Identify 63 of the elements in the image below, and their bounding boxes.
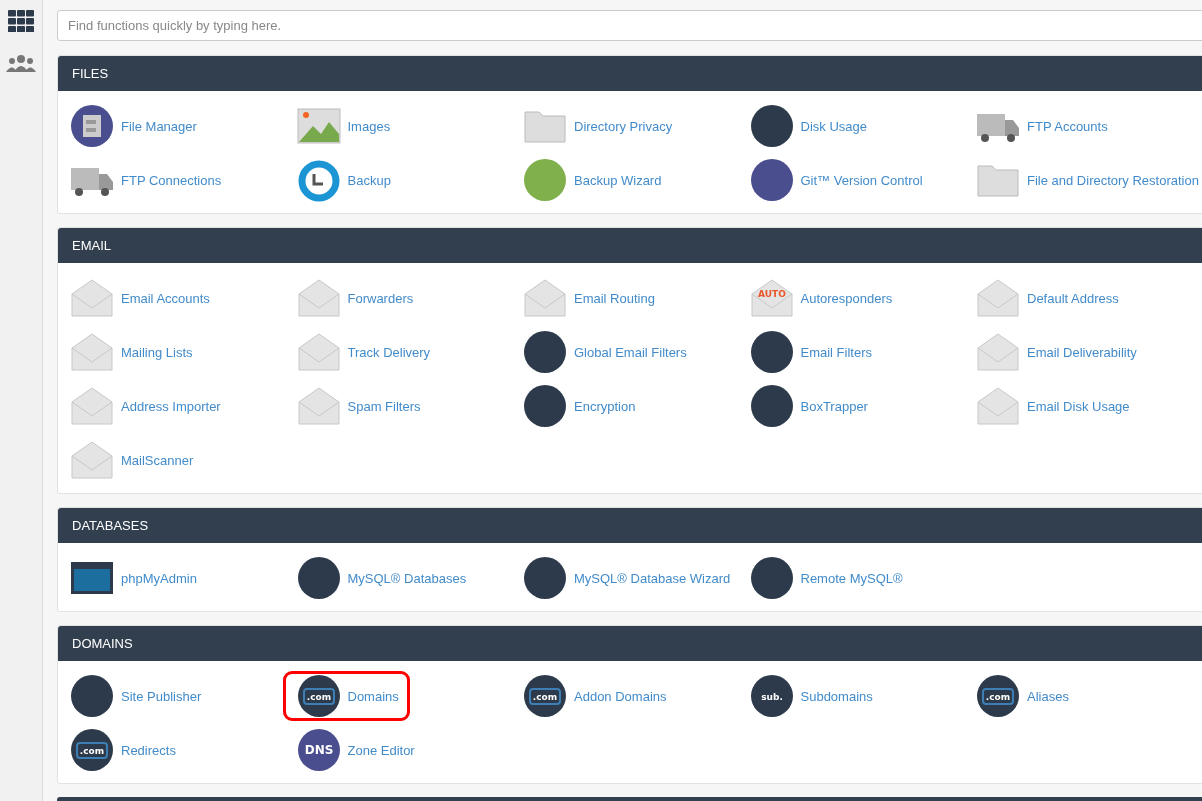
circle-icon: DNS — [296, 728, 341, 772]
function-link[interactable]: File and Directory Restoration — [976, 153, 1199, 207]
function-link[interactable]: Email Accounts — [70, 271, 210, 325]
function-link[interactable]: Global Email Filters — [523, 325, 687, 379]
function-link[interactable]: sub. Subdomains — [749, 669, 873, 723]
circle-icon — [523, 556, 567, 600]
circle-icon: .com — [296, 674, 341, 718]
function-link[interactable]: Images — [296, 99, 391, 153]
circle-icon: sub. — [749, 674, 794, 718]
function-link[interactable]: Address Importer — [70, 379, 221, 433]
function-link[interactable]: Backup — [296, 153, 391, 207]
function-link[interactable]: Remote MySQL® — [749, 551, 903, 605]
cabinet-icon — [70, 104, 114, 148]
function-link[interactable]: MySQL® Database Wizard — [523, 551, 731, 605]
function-link[interactable]: Site Publisher — [70, 669, 202, 723]
function-link[interactable]: Mailing Lists — [70, 325, 193, 379]
circle-icon — [523, 330, 567, 374]
highlighted-function-link[interactable]: .com Domains — [282, 671, 410, 721]
circle-icon — [296, 556, 341, 600]
function-link[interactable]: Email Routing — [523, 271, 655, 325]
section-header: DOMAINS — [58, 626, 1202, 661]
section-header: DATABASES — [58, 508, 1202, 543]
circle-icon — [523, 384, 567, 428]
circle-icon — [70, 674, 114, 718]
circle-icon: .com — [976, 674, 1020, 718]
function-link[interactable]: DNS Zone Editor — [296, 723, 415, 777]
circle-icon — [749, 104, 794, 148]
users-icon[interactable] — [5, 54, 37, 72]
function-link[interactable]: phpMyAdmin — [70, 551, 197, 605]
function-link[interactable]: FTP Connections — [70, 153, 222, 207]
circle-icon — [749, 384, 794, 428]
circle-icon — [749, 158, 794, 202]
function-link[interactable]: Encryption — [523, 379, 636, 433]
function-link[interactable]: MySQL® Databases — [296, 551, 467, 605]
function-link[interactable]: Email Disk Usage — [976, 379, 1130, 433]
function-link[interactable]: .com Redirects — [70, 723, 176, 777]
function-link[interactable]: Track Delivery — [296, 325, 431, 379]
function-link[interactable]: Forwarders — [296, 271, 414, 325]
circle-icon — [523, 158, 567, 202]
function-link[interactable]: Directory Privacy — [523, 99, 673, 153]
circle-icon: .com — [523, 674, 567, 718]
search-field[interactable]: Find functions quickly by typing here. — [57, 10, 1202, 41]
function-link[interactable]: MailScanner — [70, 433, 194, 487]
function-link[interactable]: Disk Usage — [749, 99, 867, 153]
function-link[interactable]: Backup Wizard — [523, 153, 662, 207]
function-link[interactable]: Git™ Version Control — [749, 153, 923, 207]
function-link[interactable]: FTP Accounts — [976, 99, 1108, 153]
section-header: FILES — [58, 56, 1202, 91]
function-link[interactable]: File Manager — [70, 99, 197, 153]
section-header: EMAIL — [58, 228, 1202, 263]
clock-ring-icon — [296, 158, 341, 202]
function-link[interactable]: BoxTrapper — [749, 379, 868, 433]
circle-icon — [749, 330, 794, 374]
grid-menu-icon[interactable] — [8, 10, 34, 32]
function-link[interactable]: Default Address — [976, 271, 1119, 325]
function-link[interactable]: AUTO Autoresponders — [749, 271, 893, 325]
circle-icon — [749, 556, 794, 600]
function-link[interactable]: Spam Filters — [296, 379, 421, 433]
function-link[interactable]: .com Addon Domains — [523, 669, 667, 723]
function-link[interactable]: .com Aliases — [976, 669, 1069, 723]
function-link[interactable]: Email Filters — [749, 325, 872, 379]
circle-icon: .com — [70, 728, 114, 772]
function-link[interactable]: Email Deliverability — [976, 325, 1137, 379]
